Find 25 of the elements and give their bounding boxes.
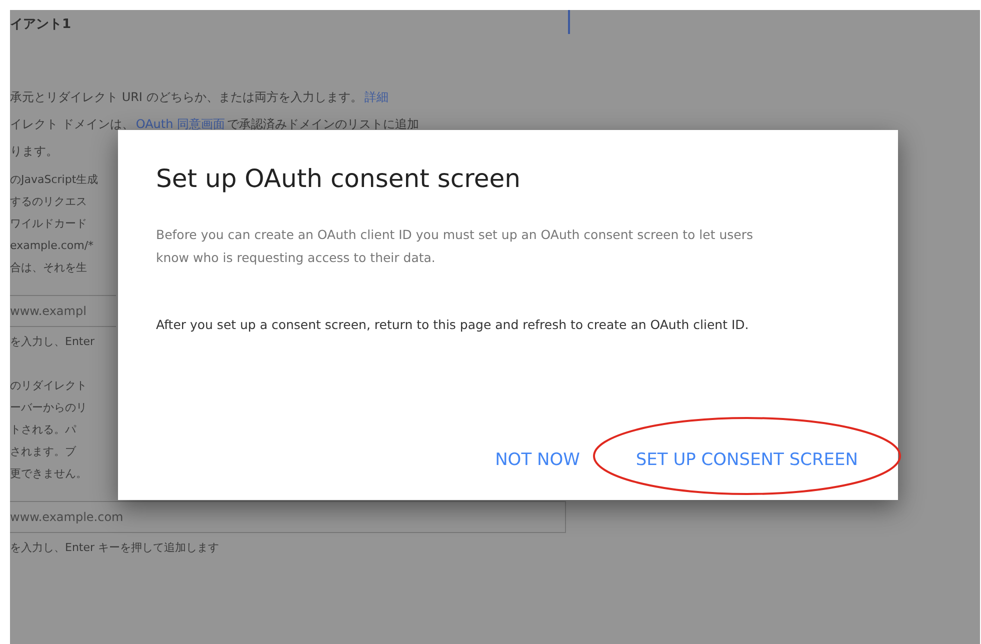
description-text: するのリクエス — [10, 194, 87, 210]
dialog-button[interactable]: NOT NOW — [489, 442, 586, 478]
description-text: のJavaScript生成 — [10, 172, 98, 188]
field-hint: を入力し、Enter — [10, 334, 95, 350]
section-heading: イアント1 — [10, 16, 72, 33]
help-link[interactable]: 詳細 — [364, 90, 388, 104]
help-text: イレクト ドメインは、 OAuth 同意画面 で承認済みドメインのリストに追加 — [10, 116, 420, 133]
dialog-text: Before you can create an OAuth client ID you must set up an OAuth consent screen to let users know who is requesting access to their data. — [156, 226, 754, 267]
description-text: 更できません。 — [10, 466, 87, 482]
description-text: 合は、それを生 — [10, 260, 87, 276]
help-text: ります。 — [10, 143, 59, 160]
dialog-text: After you set up a consent screen, return to this page and refresh to create an OAuth client ID. — [156, 316, 750, 334]
dialog-title: Set up OAuth consent screen — [156, 164, 522, 193]
uri-field[interactable]: www.exampl — [10, 295, 116, 327]
description-text: トされる。パ — [10, 422, 76, 438]
description-text: されます。ブ — [10, 444, 76, 460]
help-link[interactable]: OAuth 同意画面 — [136, 117, 226, 131]
help-text: 承元とリダイレクト URI のどちらか、または両方を入力します。 詳細 — [10, 89, 390, 106]
description-text: ーバーからのリ — [10, 400, 87, 416]
description-text: example.com/* — [10, 238, 94, 254]
text-cursor — [568, 10, 570, 34]
description-text: のリダイレクト — [10, 378, 87, 394]
field-hint: を入力し、Enter キーを押して追加します — [10, 540, 220, 556]
description-text: ワイルドカード — [10, 216, 87, 232]
uri-field[interactable]: www.example.com — [10, 501, 566, 533]
